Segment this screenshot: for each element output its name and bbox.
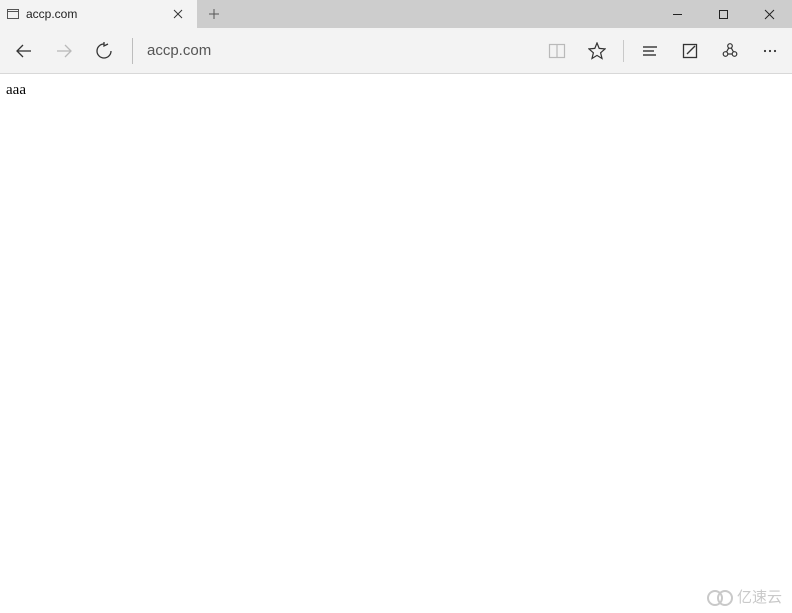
more-button[interactable] bbox=[750, 29, 790, 73]
tab-bar: accp.com bbox=[0, 0, 792, 28]
arrow-right-icon bbox=[54, 41, 74, 61]
tab-title: accp.com bbox=[26, 7, 159, 21]
url-input[interactable] bbox=[147, 42, 537, 59]
toolbar-separator bbox=[623, 40, 624, 62]
page-favicon-icon bbox=[6, 7, 20, 21]
lines-icon bbox=[641, 42, 659, 60]
share-icon bbox=[721, 42, 739, 60]
toolbar-right bbox=[537, 29, 792, 73]
page-body-text: aaa bbox=[6, 82, 26, 98]
watermark-logo-icon bbox=[707, 588, 733, 606]
window-minimize-button[interactable] bbox=[654, 0, 700, 28]
page-content: aaa bbox=[0, 74, 792, 107]
star-icon bbox=[588, 42, 606, 60]
new-tab-button[interactable] bbox=[197, 0, 231, 28]
toolbar bbox=[0, 28, 792, 74]
window-maximize-button[interactable] bbox=[700, 0, 746, 28]
toolbar-separator bbox=[132, 38, 133, 64]
window-close-button[interactable] bbox=[746, 0, 792, 28]
reading-view-button[interactable] bbox=[537, 29, 577, 73]
web-note-button[interactable] bbox=[670, 29, 710, 73]
forward-button[interactable] bbox=[44, 29, 84, 73]
back-button[interactable] bbox=[4, 29, 44, 73]
tab-close-button[interactable] bbox=[165, 1, 191, 27]
window-controls bbox=[654, 0, 792, 28]
share-button[interactable] bbox=[710, 29, 750, 73]
favorite-button[interactable] bbox=[577, 29, 617, 73]
refresh-icon bbox=[95, 42, 113, 60]
refresh-button[interactable] bbox=[84, 29, 124, 73]
watermark: 亿速云 bbox=[707, 586, 782, 607]
arrow-left-icon bbox=[14, 41, 34, 61]
watermark-text: 亿速云 bbox=[737, 586, 782, 607]
more-icon bbox=[761, 42, 779, 60]
browser-tab[interactable]: accp.com bbox=[0, 0, 197, 28]
note-icon bbox=[681, 42, 699, 60]
hub-button[interactable] bbox=[630, 29, 670, 73]
book-icon bbox=[548, 42, 566, 60]
address-bar[interactable] bbox=[141, 29, 537, 73]
